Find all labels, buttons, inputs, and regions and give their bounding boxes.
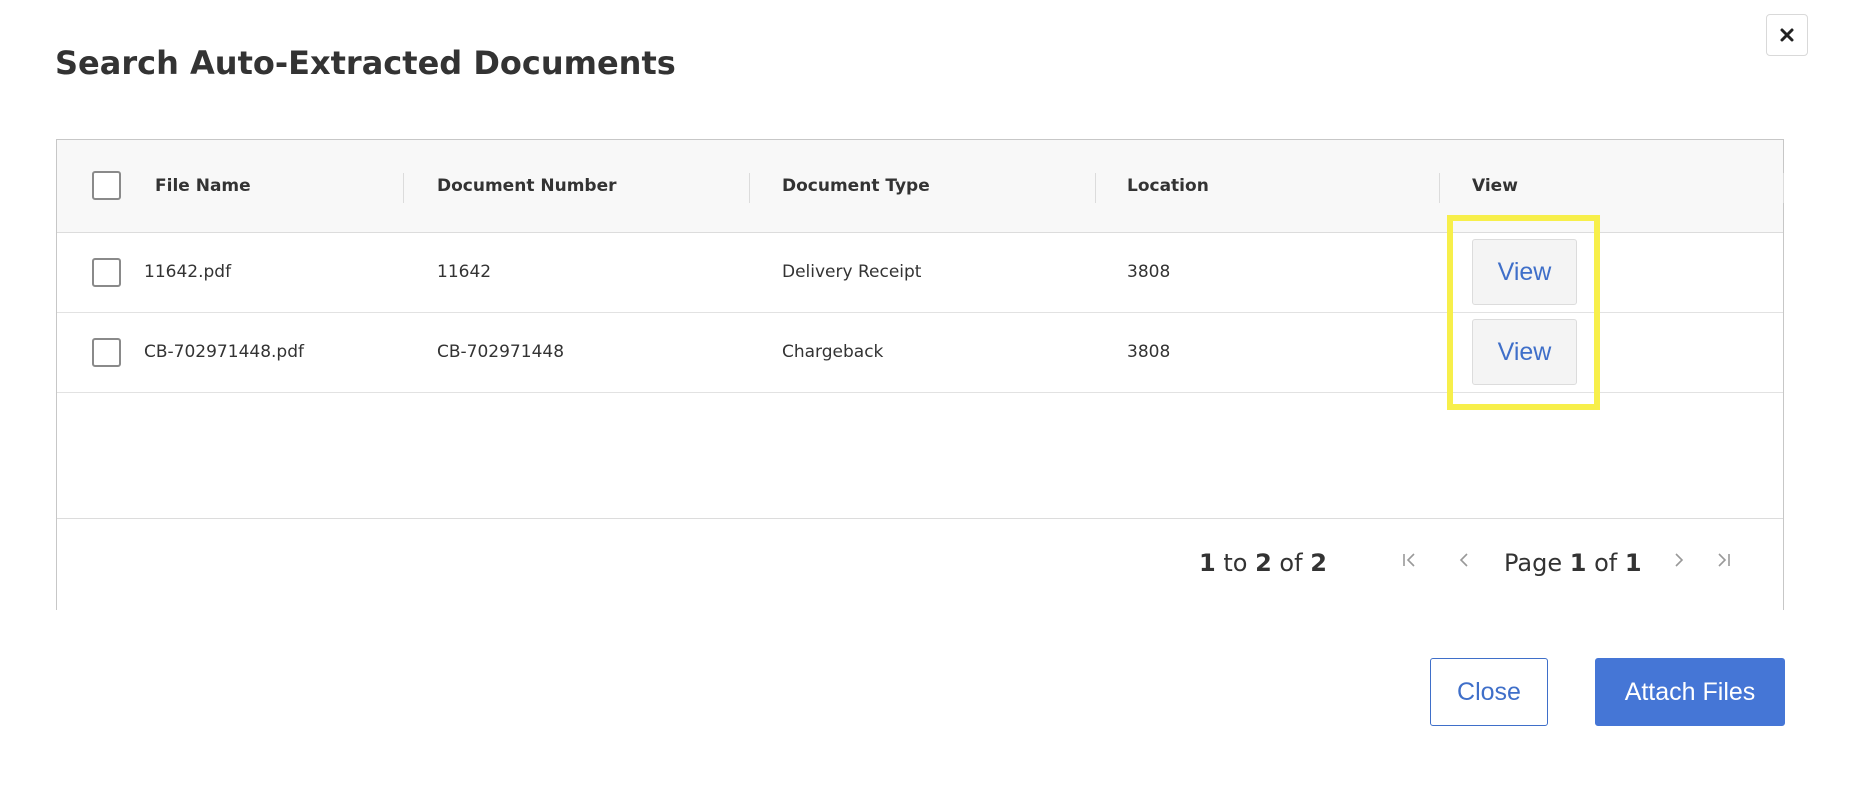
close-icon <box>1780 28 1794 42</box>
column-separator <box>749 173 750 203</box>
location-cell: 3808 <box>1127 262 1171 282</box>
column-separator <box>403 173 404 203</box>
header-document-number[interactable]: Document Number <box>437 176 617 196</box>
row-summary: 1 to 2 of 2 <box>1199 549 1327 577</box>
first-page-icon <box>1403 553 1415 567</box>
row-checkbox[interactable] <box>92 258 121 287</box>
row-range-start: 1 <box>1199 549 1216 577</box>
close-dialog-button[interactable] <box>1766 14 1808 56</box>
first-page-button[interactable] <box>1397 548 1421 572</box>
next-page-icon <box>1675 553 1684 567</box>
header-file-name[interactable]: File Name <box>155 176 251 196</box>
row-range-to: to <box>1223 549 1248 577</box>
view-button[interactable]: View <box>1472 239 1577 305</box>
total-pages: 1 <box>1624 549 1642 577</box>
last-page-button[interactable] <box>1712 548 1736 572</box>
current-page: 1 <box>1569 549 1587 577</box>
previous-page-button[interactable] <box>1452 548 1476 572</box>
pagination-bar: 1 to 2 of 2 Page 1 of 1 <box>57 518 1783 610</box>
row-range-end: 2 <box>1255 549 1272 577</box>
document-number-cell: 11642 <box>437 262 492 282</box>
next-page-button[interactable] <box>1667 548 1691 572</box>
document-type-cell: Delivery Receipt <box>782 262 922 282</box>
document-type-cell: Chargeback <box>782 342 884 362</box>
page-of: of <box>1594 549 1618 577</box>
location-cell: 3808 <box>1127 342 1171 362</box>
previous-page-icon <box>1459 553 1468 567</box>
search-documents-dialog: Search Auto-Extracted Documents File Nam… <box>0 0 1854 786</box>
row-checkbox[interactable] <box>92 338 121 367</box>
document-number-cell: CB-702971448 <box>437 342 565 362</box>
column-separator <box>1095 173 1096 203</box>
header-location[interactable]: Location <box>1127 176 1209 196</box>
last-page-icon <box>1718 553 1730 567</box>
file-name-cell: 11642.pdf <box>144 262 232 282</box>
close-button[interactable]: Close <box>1430 658 1548 726</box>
table-row[interactable]: CB-702971448.pdf CB-702971448 Chargeback… <box>57 313 1783 393</box>
documents-grid: File Name Document Number Document Type … <box>56 139 1784 610</box>
header-view[interactable]: View <box>1472 176 1518 196</box>
file-name-cell: CB-702971448.pdf <box>144 342 304 362</box>
column-separator <box>1439 173 1440 203</box>
page-label: Page <box>1504 549 1563 577</box>
select-all-checkbox[interactable] <box>92 171 121 200</box>
table-row[interactable]: 11642.pdf 11642 Delivery Receipt 3808 Vi… <box>57 233 1783 313</box>
dialog-title: Search Auto-Extracted Documents <box>55 44 676 82</box>
row-range-of: of <box>1279 549 1303 577</box>
page-summary: Page 1 of 1 <box>1504 549 1642 577</box>
grid-header: File Name Document Number Document Type … <box>57 140 1784 233</box>
view-button[interactable]: View <box>1472 319 1577 385</box>
row-total: 2 <box>1310 549 1327 577</box>
attach-files-button[interactable]: Attach Files <box>1595 658 1785 726</box>
column-separator <box>1783 173 1784 203</box>
header-document-type[interactable]: Document Type <box>782 176 930 196</box>
